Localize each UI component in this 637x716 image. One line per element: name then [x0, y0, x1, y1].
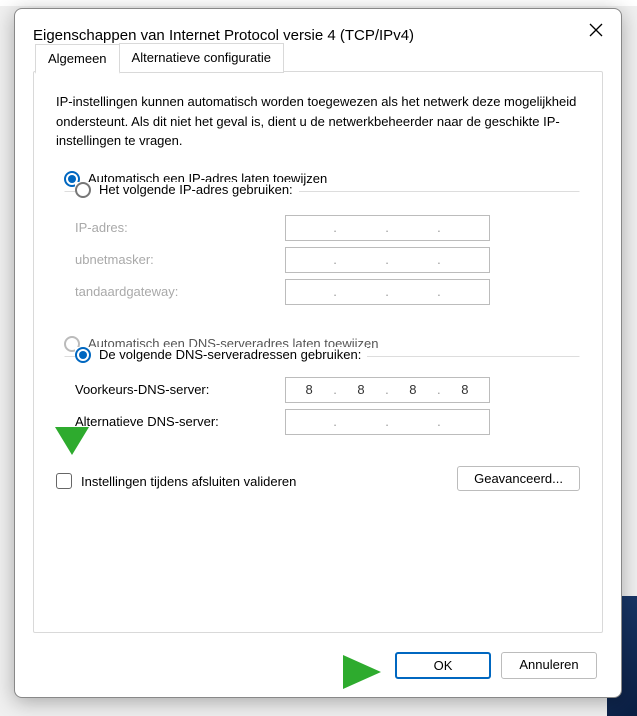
tab-body: IP-instellingen kunnen automatisch worde…	[34, 72, 602, 505]
radio-icon	[75, 347, 91, 363]
subnet-mask-input: ...	[285, 247, 490, 273]
annotation-arrow-ok	[215, 649, 385, 695]
tab-row: Algemeen Alternatieve configuratie	[36, 43, 284, 73]
dialog-title: Eigenschappen van Internet Protocol vers…	[33, 27, 573, 44]
panel: Algemeen Alternatieve configuratie IP-in…	[33, 71, 603, 633]
close-icon	[589, 23, 603, 37]
description-text: IP-instellingen kunnen automatisch worde…	[56, 92, 580, 151]
dialog-buttons: OK Annuleren	[395, 652, 597, 679]
ipv4-properties-dialog: Eigenschappen van Internet Protocol vers…	[14, 8, 622, 698]
ok-button[interactable]: OK	[395, 652, 491, 679]
close-button[interactable]	[573, 11, 619, 49]
preferred-dns-input[interactable]: 8.8.8.8	[285, 377, 490, 403]
tab-general[interactable]: Algemeen	[35, 44, 120, 74]
advanced-button[interactable]: Geavanceerd...	[457, 466, 580, 491]
ip-manual-group: Het volgende IP-adres gebruiken: IP-adre…	[64, 191, 580, 320]
default-gateway-label: tandaardgateway:	[75, 284, 285, 299]
alternate-dns-label: Alternatieve DNS-server:	[75, 414, 285, 429]
cancel-button[interactable]: Annuleren	[501, 652, 597, 679]
ip-address-input: ...	[285, 215, 490, 241]
preferred-dns-label: Voorkeurs-DNS-server:	[75, 382, 285, 397]
tab-alternative[interactable]: Alternatieve configuratie	[119, 43, 284, 73]
radio-ip-manual-label: Het volgende IP-adres gebruiken:	[99, 182, 293, 197]
checkbox-icon	[56, 473, 72, 489]
alternate-dns-input[interactable]: ...	[285, 409, 490, 435]
radio-dns-manual-label: De volgende DNS-serveradressen gebruiken…	[99, 347, 361, 362]
default-gateway-input: ...	[285, 279, 490, 305]
radio-dns-manual[interactable]: De volgende DNS-serveradressen gebruiken…	[75, 347, 361, 363]
radio-ip-manual[interactable]: Het volgende IP-adres gebruiken:	[75, 182, 293, 198]
dns-manual-group: De volgende DNS-serveradressen gebruiken…	[64, 356, 580, 450]
radio-icon	[75, 182, 91, 198]
ip-address-label: IP-adres:	[75, 220, 285, 235]
validate-on-exit-checkbox[interactable]: Instellingen tijdens afsluiten valideren	[56, 473, 296, 489]
validate-on-exit-label: Instellingen tijdens afsluiten valideren	[81, 474, 296, 489]
subnet-mask-label: ubnetmasker:	[75, 252, 285, 267]
